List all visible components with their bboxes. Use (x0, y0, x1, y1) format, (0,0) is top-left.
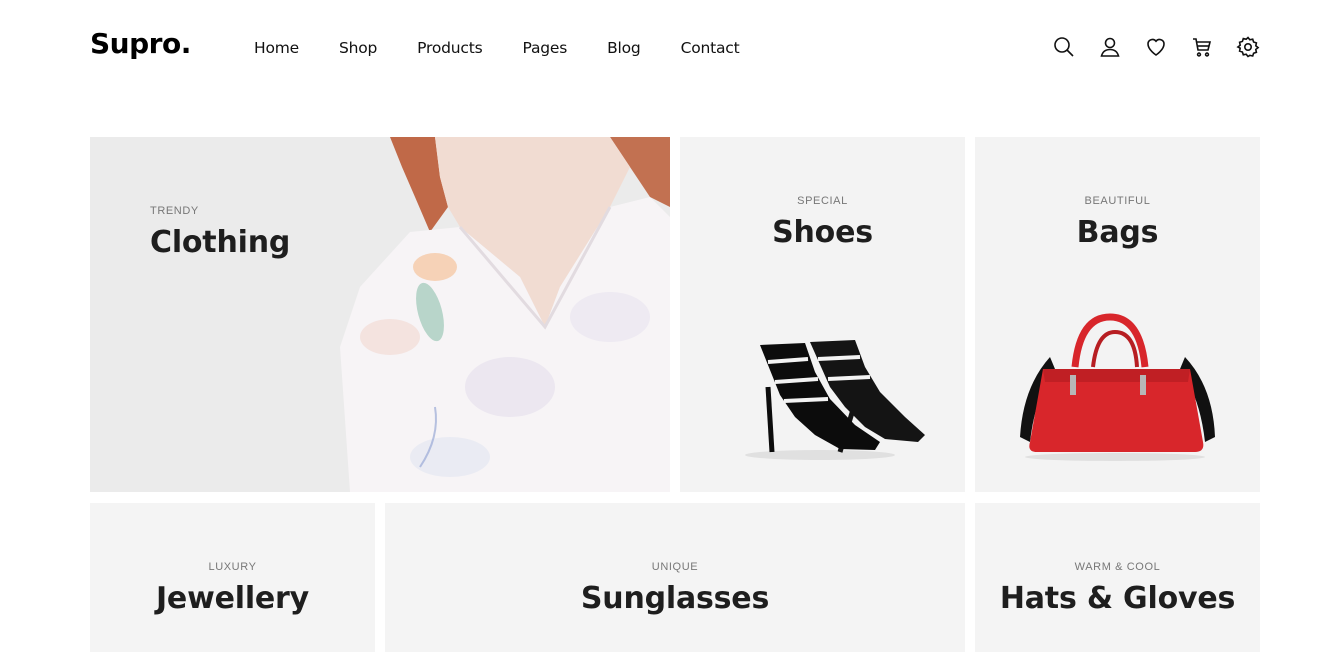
main-nav: Home Shop Products Pages Blog Contact (254, 39, 779, 57)
category-title[interactable]: Jewellery (90, 581, 375, 616)
bag-image (1020, 313, 1215, 461)
category-title[interactable]: Hats & Gloves (975, 581, 1260, 616)
category-tile-clothing[interactable]: TRENDY Clothing (90, 137, 670, 492)
shoes-image (745, 340, 925, 460)
heart-icon[interactable] (1144, 35, 1168, 59)
nav-products[interactable]: Products (417, 39, 483, 57)
clothing-text: TRENDY Clothing (150, 205, 290, 260)
category-kicker: LUXURY (208, 561, 257, 573)
category-tile-shoes[interactable]: SPECIAL Shoes (680, 137, 965, 492)
category-title[interactable]: Clothing (150, 225, 290, 260)
sunglasses-text: UNIQUE Sunglasses (385, 561, 965, 616)
hats-gloves-text: WARM & COOL Hats & Gloves (975, 561, 1260, 616)
category-tile-hats-gloves[interactable]: WARM & COOL Hats & Gloves (975, 503, 1260, 652)
site-logo[interactable]: Supro. (90, 27, 191, 60)
category-kicker: UNIQUE (651, 561, 699, 573)
search-icon[interactable] (1052, 35, 1076, 59)
category-kicker: TRENDY (150, 205, 199, 217)
nav-pages[interactable]: Pages (523, 39, 568, 57)
nav-blog[interactable]: Blog (607, 39, 641, 57)
jewellery-text: LUXURY Jewellery (90, 561, 375, 616)
site-header: Supro. Home Shop Products Pages Blog Con… (0, 0, 1336, 96)
cart-icon[interactable] (1190, 35, 1214, 59)
category-title[interactable]: Sunglasses (385, 581, 965, 616)
category-tile-bags[interactable]: BEAUTIFUL Bags (975, 137, 1260, 492)
header-icons (1052, 35, 1260, 59)
category-tile-jewellery[interactable]: LUXURY Jewellery (90, 503, 375, 652)
settings-icon[interactable] (1236, 35, 1260, 59)
user-icon[interactable] (1098, 35, 1122, 59)
category-kicker: WARM & COOL (1074, 561, 1161, 573)
nav-shop[interactable]: Shop (339, 39, 377, 57)
clothing-model-image (90, 137, 670, 492)
nav-contact[interactable]: Contact (681, 39, 740, 57)
category-tile-sunglasses[interactable]: UNIQUE Sunglasses (385, 503, 965, 652)
nav-home[interactable]: Home (254, 39, 299, 57)
